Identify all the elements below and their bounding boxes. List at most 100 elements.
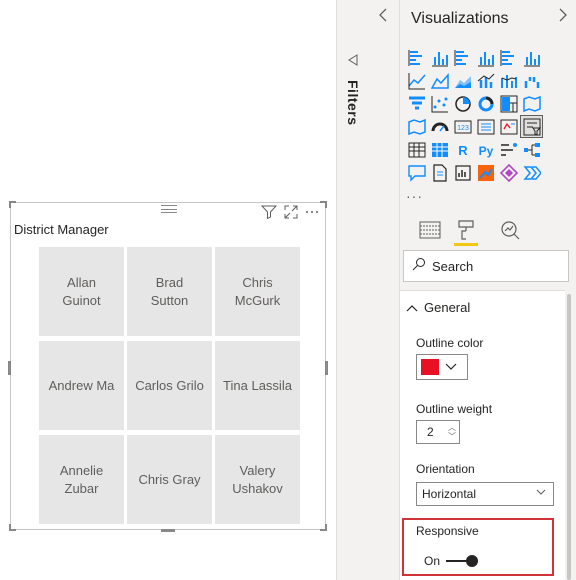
qa-visual-icon[interactable] <box>405 161 428 184</box>
slicer-tile[interactable]: Carlos Grilo <box>127 341 212 430</box>
outline-color-label: Outline color <box>416 336 484 350</box>
slicer-tile[interactable]: Allan Guinot <box>39 247 124 336</box>
focus-mode-icon[interactable] <box>284 205 298 219</box>
matrix-icon[interactable] <box>428 138 451 161</box>
toggle-knob <box>466 555 479 567</box>
chevron-down-icon <box>536 487 546 500</box>
section-divider <box>400 290 565 291</box>
gauge-icon[interactable] <box>428 115 451 138</box>
funnel-chart-icon[interactable] <box>405 92 428 115</box>
orientation-label: Orientation <box>416 462 475 476</box>
drag-grip-icon[interactable] <box>161 205 177 213</box>
stepper-arrows-icon[interactable]: ︿ ﹀ <box>448 423 456 441</box>
slicer-tile[interactable]: Tina Lassila <box>215 341 300 430</box>
general-section-header[interactable]: General <box>406 300 470 315</box>
pie-chart-icon[interactable] <box>451 92 474 115</box>
resize-handle-bottom[interactable] <box>161 529 175 532</box>
more-options-icon[interactable] <box>305 205 319 219</box>
format-tab-icon[interactable] <box>452 216 480 246</box>
card-icon[interactable]: 123 <box>451 115 474 138</box>
filter-expand-icon[interactable] <box>347 54 359 69</box>
smart-narrative-icon[interactable] <box>451 161 474 184</box>
slicer-icon[interactable] <box>520 115 543 138</box>
analytics-tab-icon[interactable] <box>496 216 524 244</box>
line-and-column-chart-icon[interactable] <box>474 69 497 92</box>
format-search-box[interactable] <box>403 250 569 282</box>
svg-text:123: 123 <box>457 125 469 132</box>
resize-handle-top-right[interactable] <box>320 201 327 208</box>
scrollbar-thumb[interactable] <box>567 294 571 580</box>
fields-tab-icon[interactable] <box>416 216 444 244</box>
clustered-column-chart-icon[interactable] <box>474 46 497 69</box>
visualizations-pane: Visualizations 123 R Py ··· General <box>400 0 576 580</box>
svg-text:Py: Py <box>478 144 493 158</box>
slicer-tile[interactable]: Chris Gray <box>127 435 212 524</box>
area-chart-icon[interactable] <box>428 69 451 92</box>
scatter-chart-icon[interactable] <box>428 92 451 115</box>
report-canvas: District Manager Allan Guinot Brad Sutto… <box>0 0 336 580</box>
table-icon[interactable] <box>405 138 428 161</box>
search-input[interactable] <box>432 258 552 274</box>
outline-weight-stepper[interactable]: 2 ︿ ﹀ <box>416 420 460 444</box>
kpi-icon[interactable] <box>497 115 520 138</box>
arcgis-map-icon[interactable] <box>474 161 497 184</box>
power-apps-icon[interactable] <box>497 161 520 184</box>
pane-title: Visualizations <box>411 10 509 27</box>
responsive-toggle[interactable] <box>446 555 479 567</box>
100-percent-column-chart-icon[interactable] <box>520 46 543 69</box>
treemap-icon[interactable] <box>497 92 520 115</box>
filled-map-icon[interactable] <box>405 115 428 138</box>
expand-pane-icon[interactable] <box>558 8 568 25</box>
more-visuals-icon[interactable]: ··· <box>406 188 423 204</box>
orientation-dropdown[interactable]: Horizontal <box>416 482 554 506</box>
stacked-column-chart-icon[interactable] <box>428 46 451 69</box>
filter-icon[interactable] <box>261 205 277 219</box>
chevron-down-icon <box>445 358 457 376</box>
slicer-tile[interactable]: Annelie Zubar <box>39 435 124 524</box>
collapse-pane-icon[interactable] <box>378 8 388 25</box>
slicer-tile[interactable]: Andrew Ma <box>39 341 124 430</box>
resize-handle-bottom-left[interactable] <box>9 524 16 531</box>
resize-handle-right[interactable] <box>325 361 328 375</box>
stacked-area-chart-icon[interactable] <box>451 69 474 92</box>
slicer-tile[interactable]: Valery Ushakov <box>215 435 300 524</box>
slicer-tile[interactable]: Brad Sutton <box>127 247 212 336</box>
paginated-report-icon[interactable] <box>428 161 451 184</box>
resize-handle-left[interactable] <box>8 361 11 375</box>
responsive-state: On <box>424 554 441 568</box>
key-influencers-icon[interactable] <box>497 138 520 161</box>
line-chart-icon[interactable] <box>405 69 428 92</box>
filters-pane-collapsed[interactable]: Filters <box>336 0 368 580</box>
100-percent-bar-chart-icon[interactable] <box>497 46 520 69</box>
python-visual-icon[interactable]: Py <box>474 138 497 161</box>
format-scrollbar[interactable] <box>566 290 572 580</box>
filters-label[interactable]: Filters <box>345 80 361 126</box>
visualizations-collapse-column <box>368 0 400 580</box>
ribbon-chart-icon[interactable] <box>497 69 520 92</box>
visual-header <box>261 204 319 220</box>
pane-tabs <box>400 212 576 248</box>
visual-type-grid: 123 R Py <box>405 46 543 184</box>
slicer-visual[interactable]: District Manager Allan Guinot Brad Sutto… <box>8 201 328 532</box>
stacked-bar-chart-icon[interactable] <box>405 46 428 69</box>
donut-chart-icon[interactable] <box>474 92 497 115</box>
map-icon[interactable] <box>520 92 543 115</box>
slicer-title: District Manager <box>14 222 109 237</box>
slicer-tile[interactable]: Chris McGurk <box>215 247 300 336</box>
r-visual-icon[interactable]: R <box>451 138 474 161</box>
waterfall-chart-icon[interactable] <box>520 69 543 92</box>
search-icon <box>412 257 426 276</box>
responsive-label: Responsive <box>416 524 479 538</box>
resize-handle-bottom-right[interactable] <box>320 524 327 531</box>
svg-text:R: R <box>458 143 468 158</box>
power-automate-icon[interactable] <box>520 161 543 184</box>
decomposition-tree-icon[interactable] <box>520 138 543 161</box>
multi-row-card-icon[interactable] <box>474 115 497 138</box>
outline-color-picker[interactable] <box>416 354 468 380</box>
resize-handle-top-left[interactable] <box>9 201 16 208</box>
orientation-value: Horizontal <box>422 487 477 501</box>
outline-weight-value: 2 <box>427 425 434 439</box>
general-section-label: General <box>424 300 471 315</box>
format-options: General Outline color Outline weight 2 ︿… <box>400 290 565 580</box>
clustered-bar-chart-icon[interactable] <box>451 46 474 69</box>
